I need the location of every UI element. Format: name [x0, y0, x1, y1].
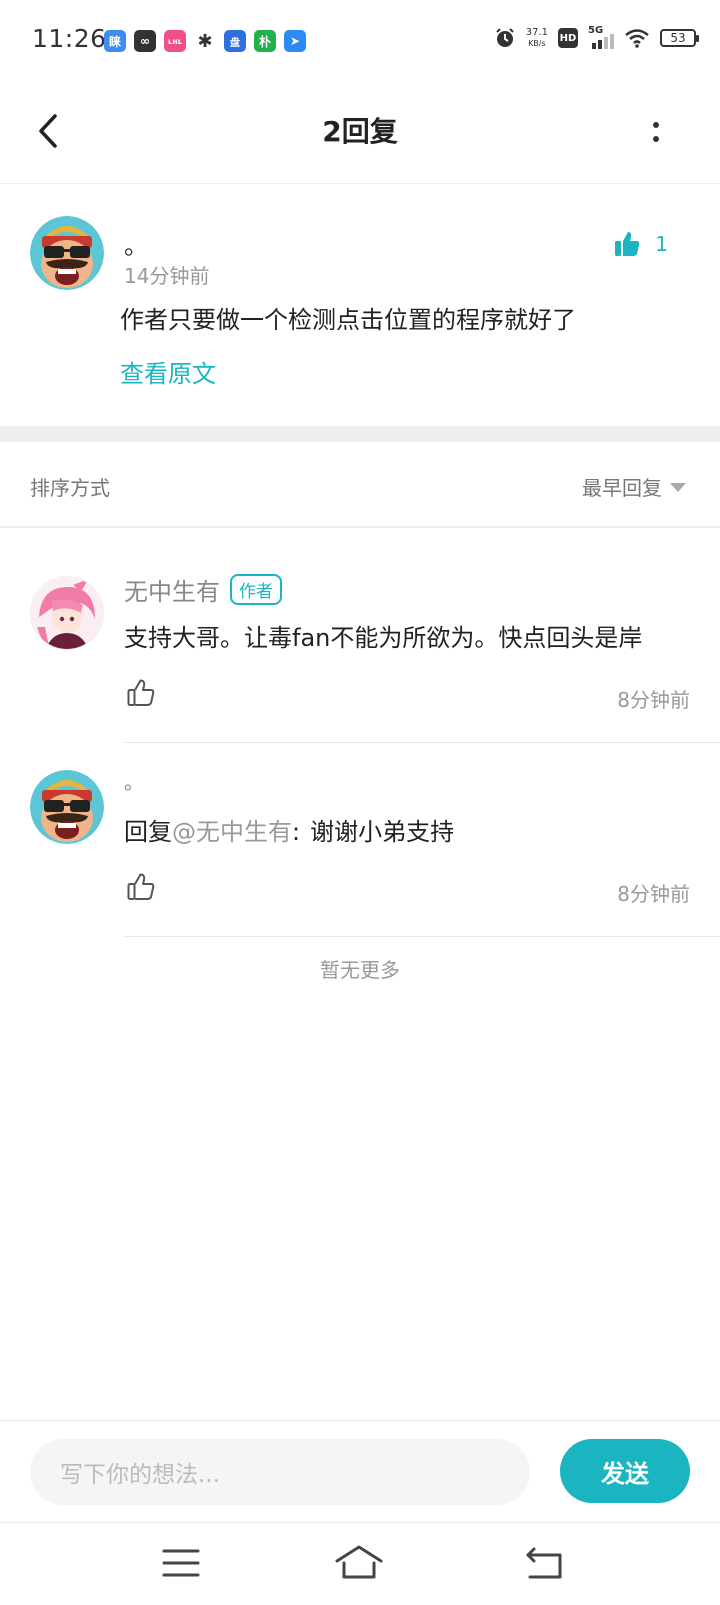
app-icon-3: ʟʜʟ	[164, 30, 186, 52]
page-title: 2回复	[322, 115, 398, 148]
avatar-image	[31, 577, 103, 649]
menu-icon	[162, 1549, 200, 1577]
notification-icons: 睐 ∞ ʟʜʟ ✱ 盘 朴 ➤	[104, 30, 306, 52]
back-nav-button[interactable]	[520, 1543, 570, 1583]
home-button[interactable]	[334, 1543, 384, 1583]
status-time: 11:26	[32, 24, 107, 53]
battery-icon: 53	[660, 29, 699, 47]
app-icon-2: ∞	[134, 30, 156, 52]
wifi-icon	[625, 29, 649, 48]
system-navigation-bar	[0, 1522, 720, 1605]
signal-5g-icon: 5G	[588, 25, 614, 49]
reply-colon: :	[292, 818, 301, 846]
reply-text: 支持大哥。让毒fan不能为所欲为。快点回头是岸	[124, 624, 643, 652]
more-dot	[653, 136, 659, 142]
reply-username[interactable]: 。	[124, 766, 144, 795]
home-icon	[335, 1545, 383, 1579]
comment-input[interactable]: 写下你的想法...	[30, 1439, 530, 1505]
section-divider	[0, 426, 720, 442]
no-more-label: 暂无更多	[320, 958, 400, 982]
return-icon	[526, 1547, 562, 1579]
reply-item: 无中生有 作者 支持大哥。让毒fan不能为所欲为。快点回头是岸 8分钟前	[0, 528, 720, 744]
avatar-image	[30, 770, 104, 844]
comment-username[interactable]: 。	[124, 226, 148, 261]
sort-selected: 最早回复	[582, 476, 662, 500]
sort-dropdown[interactable]: 最早回复	[582, 472, 686, 501]
network-speed-value: 37.1	[525, 27, 548, 38]
weibo-icon: ✱	[197, 30, 213, 52]
thumbs-up-icon	[127, 679, 155, 706]
hd-icon: HD	[558, 28, 578, 48]
reply-time: 8分钟前	[617, 882, 690, 906]
reply-text: 回复@无中生有: 谢谢小弟支持	[124, 812, 454, 847]
comment-time: 14分钟前	[124, 264, 210, 288]
like-button[interactable]: 1	[613, 230, 668, 258]
network-type-label: 5G	[588, 25, 604, 36]
like-count: 1	[655, 232, 668, 256]
comment-input-bar: 写下你的想法... 发送	[0, 1420, 720, 1522]
alarm-icon	[496, 28, 514, 47]
reply-body: 谢谢小弟支持	[310, 818, 455, 846]
author-badge: 作者	[230, 574, 282, 605]
more-options-button[interactable]	[644, 112, 668, 152]
app-icon-5: 盘	[224, 30, 246, 52]
mention-link[interactable]: @无中生有	[172, 818, 292, 846]
network-speed-unit: KB/s	[528, 39, 546, 48]
avatar-image	[30, 216, 104, 290]
caret-down-icon	[670, 483, 686, 492]
reply-header: 无中生有 作者	[124, 572, 282, 607]
app-icon-7: ➤	[284, 30, 306, 52]
sort-bar: 排序方式 最早回复	[0, 442, 720, 528]
sort-label: 排序方式	[30, 476, 110, 500]
system-status-icons: 37.1 KB/s HD 5G 53	[494, 25, 699, 49]
reply-item: 。 回复@无中生有: 谢谢小弟支持 8分钟前	[0, 722, 720, 938]
network-speed: 37.1 KB/s	[526, 27, 548, 49]
top-navigation-bar: 2回复	[0, 82, 720, 184]
like-button[interactable]	[126, 872, 156, 902]
status-bar: 11:26 睐 ∞ ʟʜʟ ✱ 盘 朴 ➤ 37.1 KB/s HD 5G 53	[0, 0, 720, 82]
thumbs-up-icon	[127, 873, 155, 900]
avatar[interactable]	[30, 576, 104, 650]
reply-header: 。	[124, 766, 144, 795]
original-comment: 。 14分钟前 作者只要做一个检测点击位置的程序就好了 查看原文 1	[0, 184, 720, 426]
reply-time: 8分钟前	[617, 688, 690, 712]
avatar[interactable]	[30, 216, 104, 290]
view-original-link[interactable]: 查看原文	[120, 354, 216, 389]
reply-prefix: 回复	[124, 818, 172, 846]
app-icon-6: 朴	[254, 30, 276, 52]
more-dot	[653, 122, 659, 128]
like-button[interactable]	[126, 678, 156, 708]
thumbs-up-filled-icon	[615, 232, 640, 256]
reply-username[interactable]: 无中生有	[124, 572, 220, 607]
app-icon-1: 睐	[104, 30, 126, 52]
menu-button[interactable]	[156, 1543, 206, 1583]
send-button[interactable]: 发送	[560, 1439, 690, 1503]
reply-divider	[124, 936, 720, 937]
avatar[interactable]	[30, 770, 104, 844]
comment-text: 作者只要做一个检测点击位置的程序就好了	[120, 306, 576, 334]
